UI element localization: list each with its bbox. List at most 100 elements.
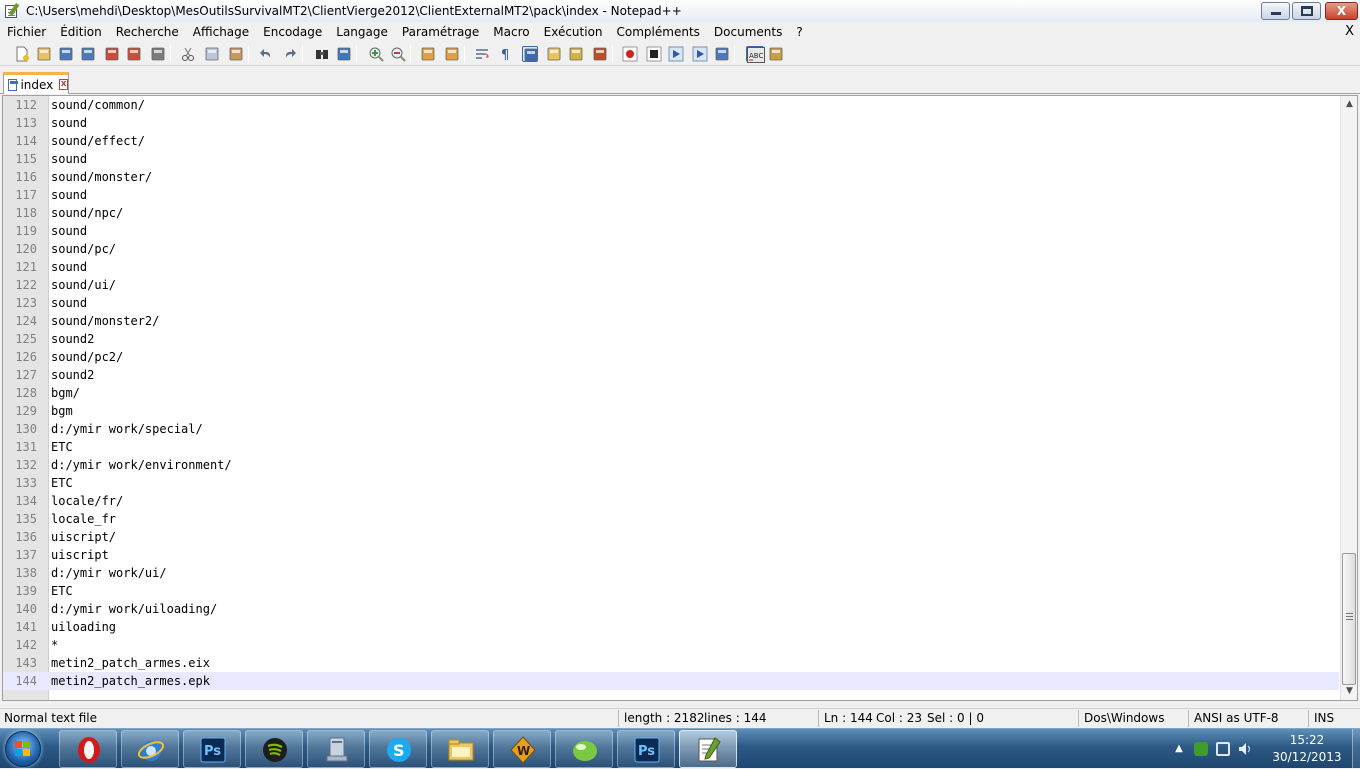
word-wrap-icon[interactable]	[474, 46, 490, 62]
editor-line[interactable]: 133 ETC	[3, 474, 1339, 492]
editor-line[interactable]: 126 sound/pc2/	[3, 348, 1339, 366]
editor-line[interactable]: 131 ETC	[3, 438, 1339, 456]
security-icon[interactable]	[1194, 742, 1208, 756]
zoom-out-icon[interactable]	[390, 46, 406, 62]
title-bar[interactable]: C:\Users\mehdi\Desktop\MesOutilsSurvival…	[0, 0, 1360, 22]
taskbar-app-button[interactable]	[307, 730, 365, 768]
print-icon[interactable]	[150, 46, 166, 62]
editor-line[interactable]: 115 sound	[3, 150, 1339, 168]
show-desktop-button[interactable]	[1352, 729, 1360, 769]
editor-line[interactable]: 125 sound2	[3, 330, 1339, 348]
close-document-button[interactable]: X	[1345, 22, 1354, 42]
maximize-button[interactable]	[1292, 2, 1321, 20]
menu-fichier[interactable]: Fichier	[0, 22, 53, 42]
save-icon[interactable]	[58, 46, 74, 62]
editor-line[interactable]: 136 uiscript/	[3, 528, 1339, 546]
editor-line[interactable]: 119 sound	[3, 222, 1339, 240]
menu-complements[interactable]: Compléments	[610, 22, 707, 42]
menu-recherche[interactable]: Recherche	[109, 22, 186, 42]
start-button[interactable]	[5, 731, 41, 767]
taskbar-app-button[interactable]: S	[369, 730, 427, 768]
redo-icon[interactable]	[282, 46, 298, 62]
save-all-icon[interactable]	[80, 46, 96, 62]
scroll-down-icon[interactable]: ▼	[1341, 683, 1357, 700]
run-macro-multiple-icon[interactable]	[692, 46, 708, 62]
editor-line[interactable]: 118 sound/npc/	[3, 204, 1339, 222]
editor-line[interactable]: 142 *	[3, 636, 1339, 654]
scrollbar-thumb[interactable]	[1342, 553, 1356, 685]
indent-guide-icon[interactable]	[522, 46, 538, 62]
network-icon[interactable]	[1216, 742, 1230, 756]
menu-langage[interactable]: Langage	[329, 22, 395, 42]
editor-line[interactable]: 113 sound	[3, 114, 1339, 132]
editor-line[interactable]: 128 bgm/	[3, 384, 1339, 402]
undo-icon[interactable]	[258, 46, 274, 62]
taskbar-app-button[interactable]: Ps	[617, 730, 675, 768]
clock-time[interactable]: 15:22	[1272, 733, 1342, 747]
copy-icon[interactable]	[204, 46, 220, 62]
cut-icon[interactable]	[180, 46, 196, 62]
record-macro-icon[interactable]	[622, 46, 638, 62]
tab-index[interactable]: index x	[3, 72, 69, 94]
taskbar-app-button[interactable]	[679, 730, 737, 768]
editor-line[interactable]: 137 uiscript	[3, 546, 1339, 564]
taskbar-app-button[interactable]: Ps	[183, 730, 241, 768]
editor-line[interactable]: 127 sound2	[3, 366, 1339, 384]
editor-line[interactable]: 117 sound	[3, 186, 1339, 204]
save-macro-icon[interactable]	[714, 46, 730, 62]
show-all-chars-icon[interactable]: ¶	[498, 46, 514, 63]
editor-line[interactable]: 123 sound	[3, 294, 1339, 312]
scroll-up-icon[interactable]: ▲	[1341, 96, 1357, 113]
editor-line[interactable]: 122 sound/ui/	[3, 276, 1339, 294]
function-list-icon[interactable]	[592, 46, 608, 62]
taskbar-app-button[interactable]	[121, 730, 179, 768]
doc-map-icon[interactable]	[568, 46, 584, 62]
editor-line[interactable]: 116 sound/monster/	[3, 168, 1339, 186]
menu-help[interactable]: ?	[789, 22, 809, 42]
tab-close-icon[interactable]: x	[59, 79, 68, 90]
stop-record-icon[interactable]	[646, 46, 662, 62]
close-icon[interactable]	[104, 46, 120, 62]
editor-line[interactable]: 140 d:/ymir work/uiloading/	[3, 600, 1339, 618]
menu-parametrage[interactable]: Paramétrage	[395, 22, 486, 42]
close-window-button[interactable]: X	[1325, 2, 1358, 20]
taskbar-app-button[interactable]: W	[493, 730, 551, 768]
editor-line[interactable]: 124 sound/monster2/	[3, 312, 1339, 330]
spell-options-icon[interactable]	[768, 46, 784, 62]
open-file-icon[interactable]	[36, 46, 52, 62]
play-macro-icon[interactable]	[668, 46, 684, 62]
menu-execution[interactable]: Exécution	[537, 22, 610, 42]
close-all-icon[interactable]	[126, 46, 142, 62]
volume-icon[interactable]	[1238, 742, 1252, 756]
editor-line[interactable]: 121 sound	[3, 258, 1339, 276]
editor-line[interactable]: 141 uiloading	[3, 618, 1339, 636]
sync-horizontal-icon[interactable]	[444, 46, 460, 62]
new-file-icon[interactable]	[14, 46, 30, 62]
sync-vertical-icon[interactable]	[420, 46, 436, 62]
editor-line[interactable]: 143 metin2_patch_armes.eix	[3, 654, 1339, 672]
editor-line[interactable]: 134 locale/fr/	[3, 492, 1339, 510]
editor-line[interactable]: 114 sound/effect/	[3, 132, 1339, 150]
zoom-in-icon[interactable]	[368, 46, 384, 62]
taskbar-app-button[interactable]	[555, 730, 613, 768]
editor-line[interactable]: 132 d:/ymir work/environment/	[3, 456, 1339, 474]
editor-line[interactable]: 129 bgm	[3, 402, 1339, 420]
paste-icon[interactable]	[228, 46, 244, 62]
user-lang-icon[interactable]	[546, 46, 562, 62]
editor-line[interactable]: 112 sound/common/	[3, 96, 1339, 114]
editor-line[interactable]: 130 d:/ymir work/special/	[3, 420, 1339, 438]
menu-documents[interactable]: Documents	[707, 22, 789, 42]
clock-date[interactable]: 30/12/2013	[1266, 750, 1348, 764]
vertical-scrollbar[interactable]: ▲ ▼	[1340, 96, 1357, 700]
taskbar-app-button[interactable]	[59, 730, 117, 768]
editor-line[interactable]: 139 ETC	[3, 582, 1339, 600]
show-hidden-icons-icon[interactable]: ▲	[1172, 742, 1186, 756]
minimize-button[interactable]	[1261, 2, 1290, 20]
spell-check-icon[interactable]: ABC	[746, 46, 765, 63]
editor-line[interactable]: 144 metin2_patch_armes.epk	[3, 672, 1339, 690]
taskbar-app-button[interactable]	[245, 730, 303, 768]
find-icon[interactable]	[314, 46, 330, 62]
editor[interactable]: 112 sound/common/113 sound 114 sound/effect/…	[2, 95, 1358, 701]
menu-edition[interactable]: Édition	[53, 22, 109, 42]
replace-icon[interactable]	[336, 46, 352, 62]
